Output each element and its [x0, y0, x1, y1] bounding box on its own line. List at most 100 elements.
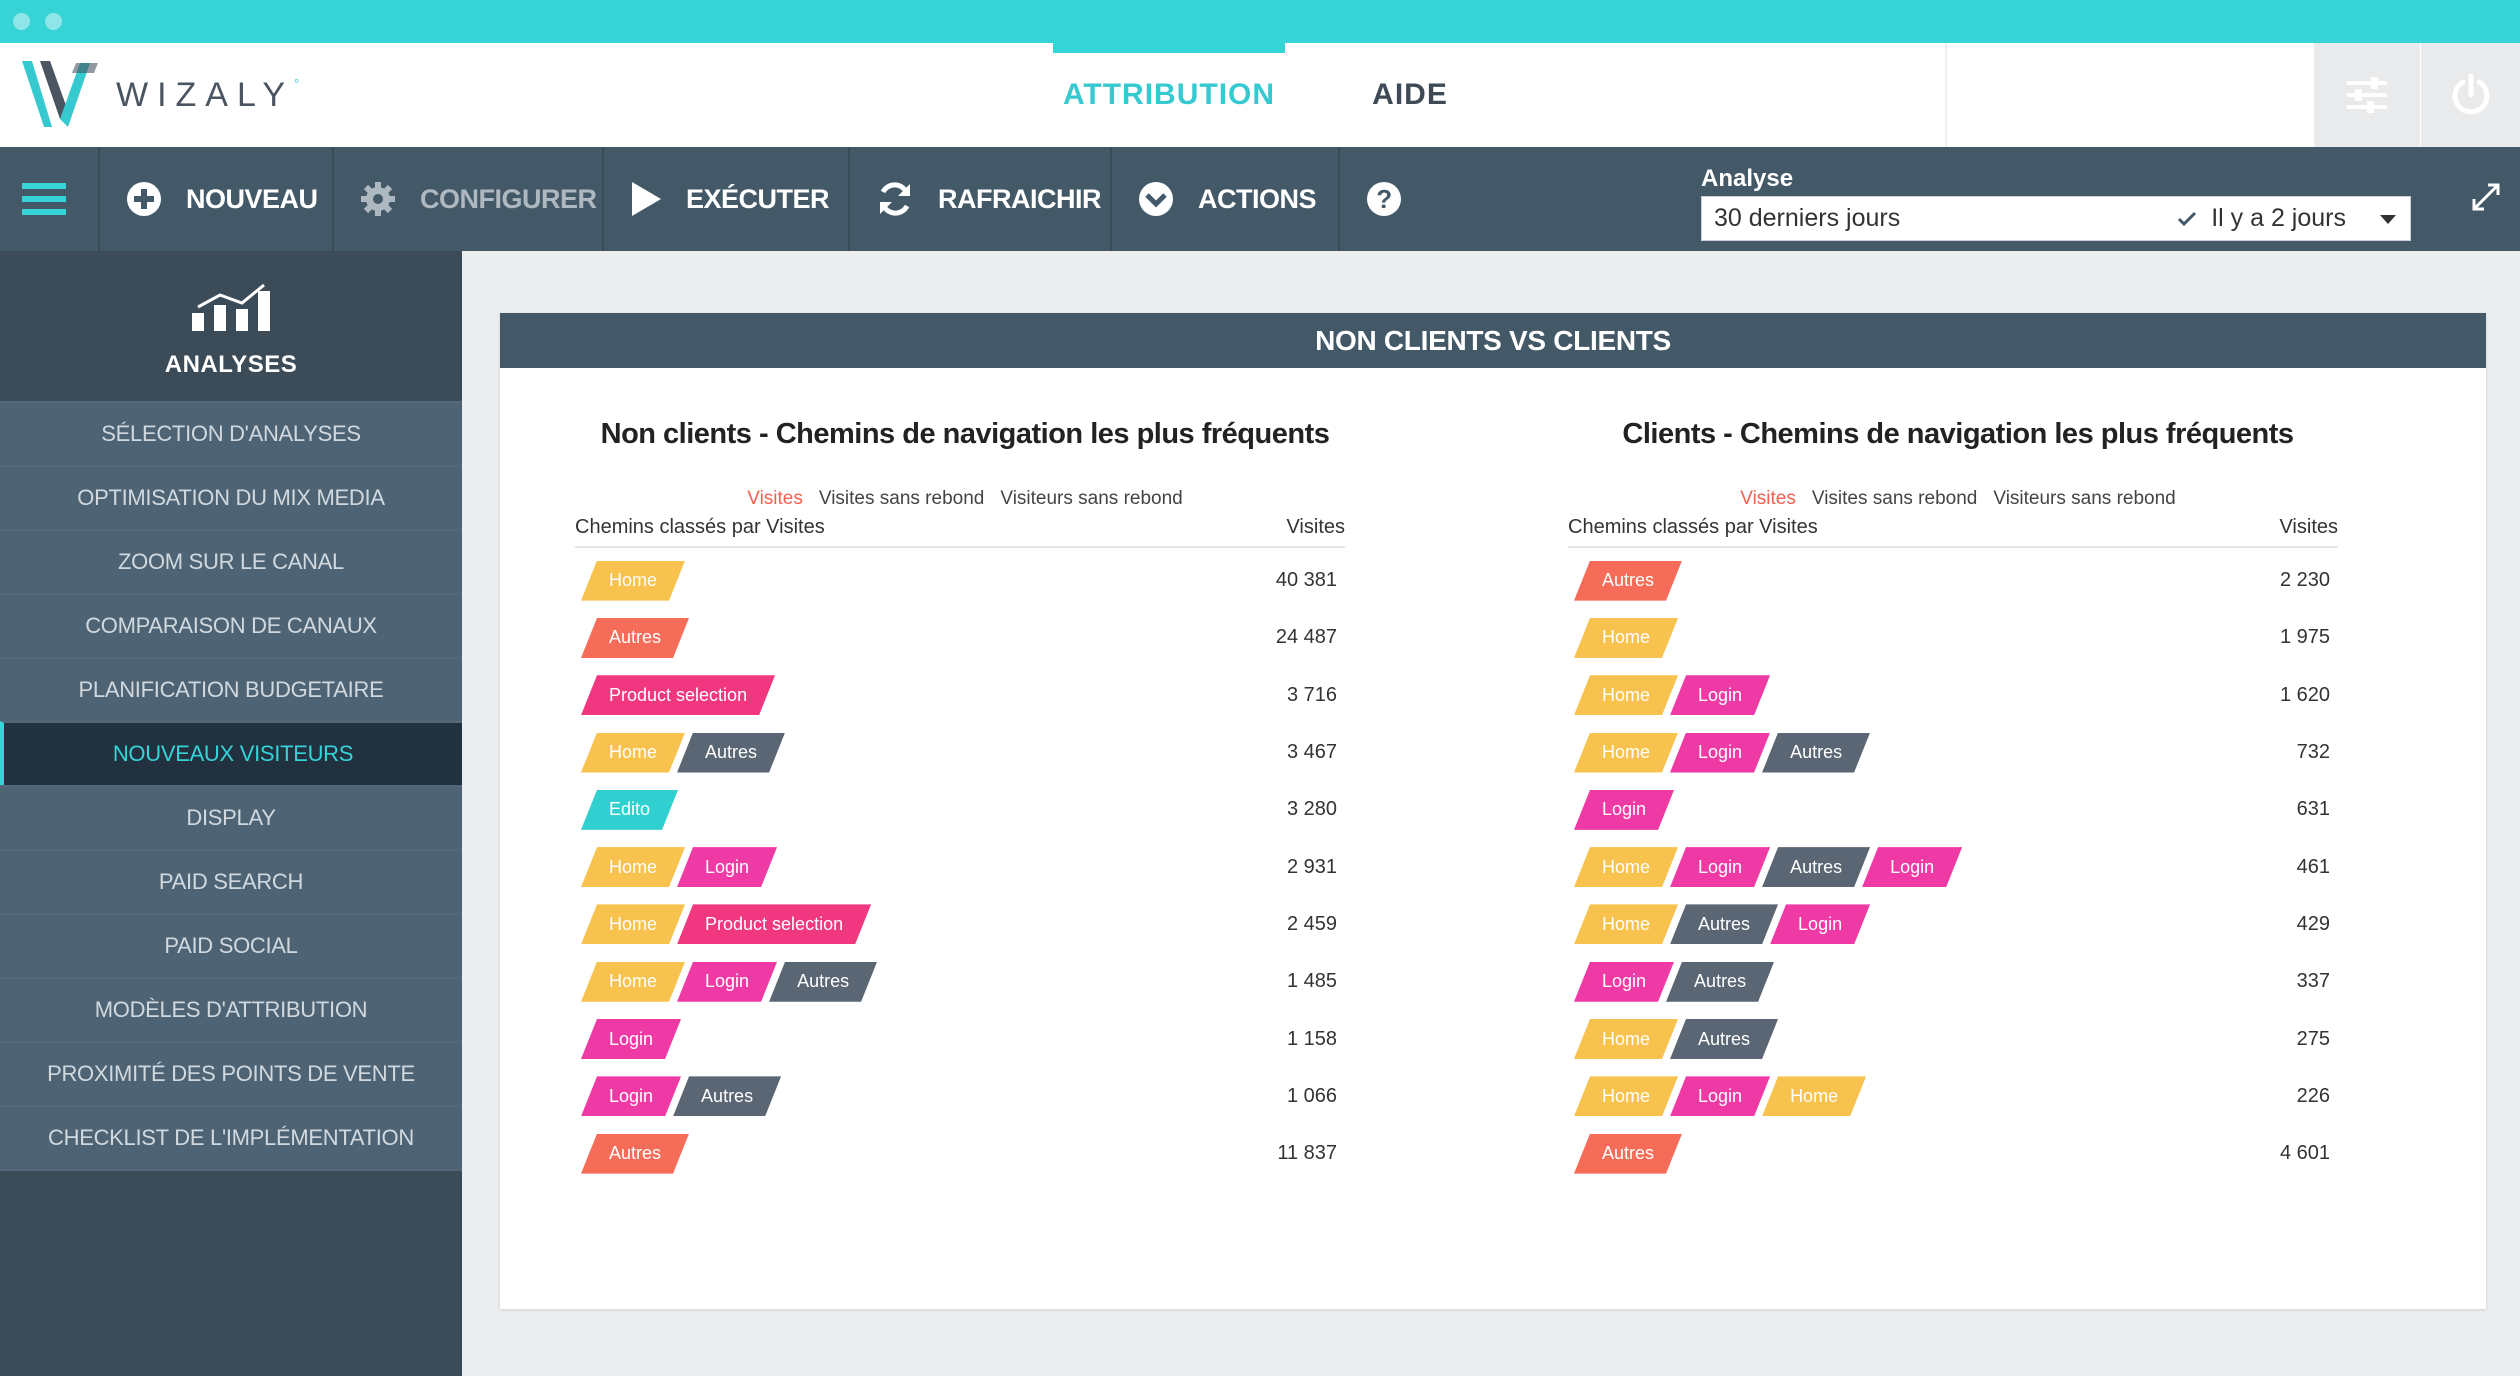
path-step-chip: Home: [1574, 1076, 1678, 1116]
app-window: WIZALY° ATTRIBUTION AIDE NOUVEAU CONFIGU…: [0, 0, 2520, 1376]
path-row[interactable]: Home Autres 3 467: [575, 724, 1345, 781]
settings-button[interactable]: [2314, 43, 2420, 147]
tab-aide[interactable]: AIDE: [1340, 43, 1480, 147]
analyse-label: Analyse: [1701, 165, 1794, 192]
help-button[interactable]: ?: [1340, 147, 1450, 251]
sidebar-item[interactable]: OPTIMISATION DU MIX MEDIA: [0, 465, 462, 529]
actions-button[interactable]: ACTIONS: [1112, 147, 1340, 251]
card-title: NON CLIENTS VS CLIENTS: [500, 313, 2486, 368]
wizaly-logo[interactable]: WIZALY°: [18, 53, 299, 137]
metric-toggle[interactable]: Visites sans rebond: [1812, 488, 1977, 510]
window-chrome: [0, 0, 2520, 43]
path-row[interactable]: Home Login Autres 1 485: [575, 953, 1345, 1010]
visits-value: 2 459: [1286, 912, 1337, 935]
visits-value: 461: [2296, 855, 2330, 878]
analyse-selected-period: Il y a 2 jours: [2211, 204, 2346, 232]
sidebar-item[interactable]: COMPARAISON DE CANAUX: [0, 593, 462, 657]
path-list: Home 40 381 Autres 24 487 Product selection 3…: [575, 552, 1345, 1182]
path-row[interactable]: Autres 4 601: [1568, 1125, 2338, 1182]
path-step-chip: Autres: [1574, 561, 1682, 601]
visits-value: 631: [2296, 798, 2330, 821]
window-dot[interactable]: [45, 13, 62, 30]
path-row[interactable]: Home Login 2 931: [575, 838, 1345, 895]
sidebar-item[interactable]: MODÈLES D'ATTRIBUTION: [0, 977, 462, 1041]
path-row[interactable]: Home Login 1 620: [1568, 667, 2338, 724]
path-row[interactable]: Home Product selection 2 459: [575, 896, 1345, 953]
rafraichir-button[interactable]: RAFRAICHIR: [850, 147, 1112, 251]
sidebar-item[interactable]: PROXIMITÉ DES POINTS DE VENTE: [0, 1041, 462, 1105]
plus-circle-icon: [127, 182, 161, 216]
path-row[interactable]: Home Login Autres 732: [1568, 724, 2338, 781]
tab-attribution[interactable]: ATTRIBUTION: [1053, 43, 1285, 147]
path-row[interactable]: Home Login Home 226: [1568, 1068, 2338, 1125]
path-chips: Home: [575, 561, 677, 601]
sidebar-item[interactable]: SÉLECTION D'ANALYSES: [0, 401, 462, 465]
configurer-button[interactable]: CONFIGURER: [334, 147, 604, 251]
path-row[interactable]: Product selection 3 716: [575, 667, 1345, 724]
path-step-chip: Autres: [1762, 847, 1870, 887]
visits-value: 226: [2296, 1084, 2330, 1107]
path-chips: Home Login Autres: [575, 962, 869, 1002]
expand-icon: [2472, 183, 2500, 211]
visits-value: 337: [2296, 970, 2330, 993]
executer-button[interactable]: EXÉCUTER: [604, 147, 850, 251]
nouveau-button[interactable]: NOUVEAU: [100, 147, 334, 251]
path-chips: Product selection: [575, 675, 767, 715]
sidebar-item[interactable]: PLANIFICATION BUDGETAIRE: [0, 657, 462, 721]
fullscreen-button[interactable]: [2470, 181, 2502, 218]
path-row[interactable]: Home Autres 275: [1568, 1010, 2338, 1067]
path-row[interactable]: Home Login Autres Login 461: [1568, 838, 2338, 895]
path-row[interactable]: Home Autres Login 429: [1568, 896, 2338, 953]
sidebar-item[interactable]: DISPLAY: [0, 785, 462, 849]
path-row[interactable]: Login Autres 337: [1568, 953, 2338, 1010]
brand-name: WIZALY°: [116, 75, 300, 114]
path-step-chip: Home: [1574, 618, 1678, 658]
metric-toggle[interactable]: Visiteurs sans rebond: [1000, 488, 1182, 510]
panel-title: Non clients - Chemins de navigation les …: [600, 418, 1330, 450]
path-row[interactable]: Autres 11 837: [575, 1125, 1345, 1182]
path-row[interactable]: Home 40 381: [575, 552, 1345, 609]
window-dot[interactable]: [13, 13, 30, 30]
sidebar-divider: [0, 1169, 462, 1171]
sidebar-item[interactable]: ZOOM SUR LE CANAL: [0, 529, 462, 593]
panel-title: Clients - Chemins de navigation les plus…: [1622, 418, 2294, 450]
path-row[interactable]: Autres 24 487: [575, 609, 1345, 666]
menu-toggle-button[interactable]: [0, 147, 100, 251]
sidebar-item[interactable]: PAID SEARCH: [0, 849, 462, 913]
path-step-chip: Home: [581, 847, 685, 887]
executer-label: EXÉCUTER: [686, 183, 830, 214]
path-chips: Home Autres Login: [1568, 904, 1862, 944]
sidebar-item[interactable]: PAID SOCIAL: [0, 913, 462, 977]
sliders-icon: [2347, 77, 2387, 113]
sidebar-title: ANALYSES: [164, 351, 298, 378]
path-chips: Login: [1568, 790, 1666, 830]
path-chips: Home Product selection: [575, 904, 863, 944]
sidebar-item[interactable]: NOUVEAUX VISITEURS: [0, 721, 462, 785]
analyse-dropdown[interactable]: 30 derniers jours Il y a 2 jours: [1701, 196, 2411, 241]
metric-toggle[interactable]: Visiteurs sans rebond: [1993, 488, 2175, 510]
column-header-visits: Visites: [2279, 516, 2338, 538]
path-row[interactable]: Login 1 158: [575, 1010, 1345, 1067]
power-icon: [2452, 73, 2489, 115]
visits-value: 1 485: [1286, 970, 1337, 993]
refresh-icon: [880, 182, 910, 216]
metric-toggle[interactable]: Visites: [1740, 488, 1796, 510]
path-step-chip: Home: [1762, 1076, 1866, 1116]
path-step-chip: Product selection: [581, 675, 775, 715]
path-step-chip: Login: [677, 847, 777, 887]
visits-value: 3 280: [1286, 798, 1337, 821]
sidebar: ANALYSES SÉLECTION D'ANALYSES OPTIMISATIO…: [0, 251, 462, 1376]
metric-toggle[interactable]: Visites sans rebond: [819, 488, 984, 510]
caret-down-icon: [2380, 214, 2396, 224]
path-row[interactable]: Edito 3 280: [575, 781, 1345, 838]
path-row[interactable]: Home 1 975: [1568, 609, 2338, 666]
metric-toggle[interactable]: Visites: [747, 488, 803, 510]
path-chips: Login Autres: [1568, 962, 1766, 1002]
path-row[interactable]: Login Autres 1 066: [575, 1068, 1345, 1125]
path-row[interactable]: Login 631: [1568, 781, 2338, 838]
sidebar-item[interactable]: CHECKLIST DE L'IMPLÉMENTATION: [0, 1105, 462, 1169]
path-step-chip: Edito: [581, 790, 678, 830]
path-row[interactable]: Autres 2 230: [1568, 552, 2338, 609]
column-header: Chemins classés par Visites Visites: [1568, 516, 2338, 548]
logout-button[interactable]: [2421, 43, 2520, 147]
